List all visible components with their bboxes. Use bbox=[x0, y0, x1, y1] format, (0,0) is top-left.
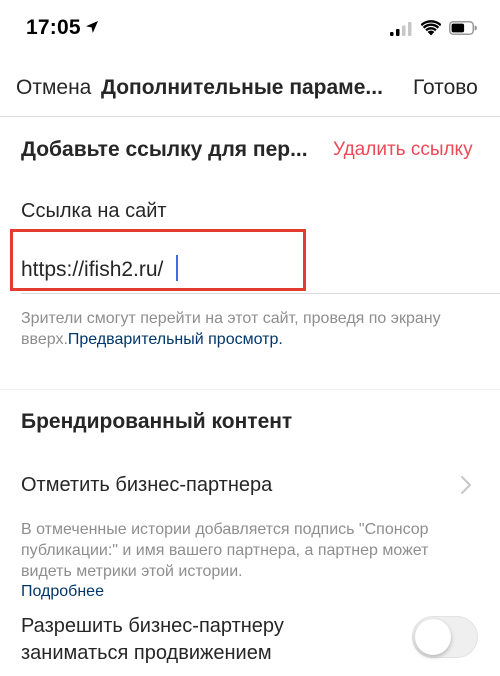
battery-icon bbox=[449, 21, 477, 35]
done-button[interactable]: Готово bbox=[413, 76, 478, 100]
add-link-heading: Добавьте ссылку для пер... bbox=[21, 138, 308, 161]
preview-link[interactable]: Предварительный просмотр. bbox=[68, 331, 283, 348]
wifi-icon bbox=[421, 20, 441, 36]
delete-link-button[interactable]: Удалить ссылку bbox=[333, 139, 473, 161]
tag-business-partner-label: Отметить бизнес-партнера bbox=[21, 474, 273, 496]
status-bar: 17:05 bbox=[0, 0, 500, 60]
nav-divider bbox=[0, 116, 500, 117]
section-divider bbox=[0, 389, 500, 390]
website-link-label: Ссылка на сайт bbox=[21, 200, 167, 222]
branded-content-heading: Брендированный контент bbox=[21, 410, 293, 433]
learn-more-link[interactable]: Подробнее bbox=[21, 583, 104, 601]
location-arrow-icon bbox=[86, 21, 98, 33]
tag-business-partner-row[interactable]: Отметить бизнес-партнера bbox=[0, 462, 500, 508]
toggle-knob bbox=[415, 619, 451, 655]
field-divider bbox=[21, 293, 500, 294]
cancel-button[interactable]: Отмена bbox=[16, 76, 91, 100]
page-title: Дополнительные параме... bbox=[101, 76, 383, 99]
chevron-right-icon bbox=[461, 476, 471, 494]
url-field-highlight bbox=[10, 229, 306, 291]
allow-promotion-label: Разрешить бизнес-партнеру заниматься про… bbox=[21, 615, 284, 664]
status-time: 17:05 bbox=[26, 16, 81, 39]
allow-promotion-toggle[interactable] bbox=[412, 616, 478, 658]
nav-bar: Отмена Дополнительные параме... Готово bbox=[0, 62, 500, 116]
branded-content-description: В отмеченные истории добавляется подпись… bbox=[21, 521, 429, 580]
link-hint: Зрители смогут перейти на этот сайт, про… bbox=[21, 308, 461, 350]
cellular-signal-icon bbox=[390, 22, 412, 36]
